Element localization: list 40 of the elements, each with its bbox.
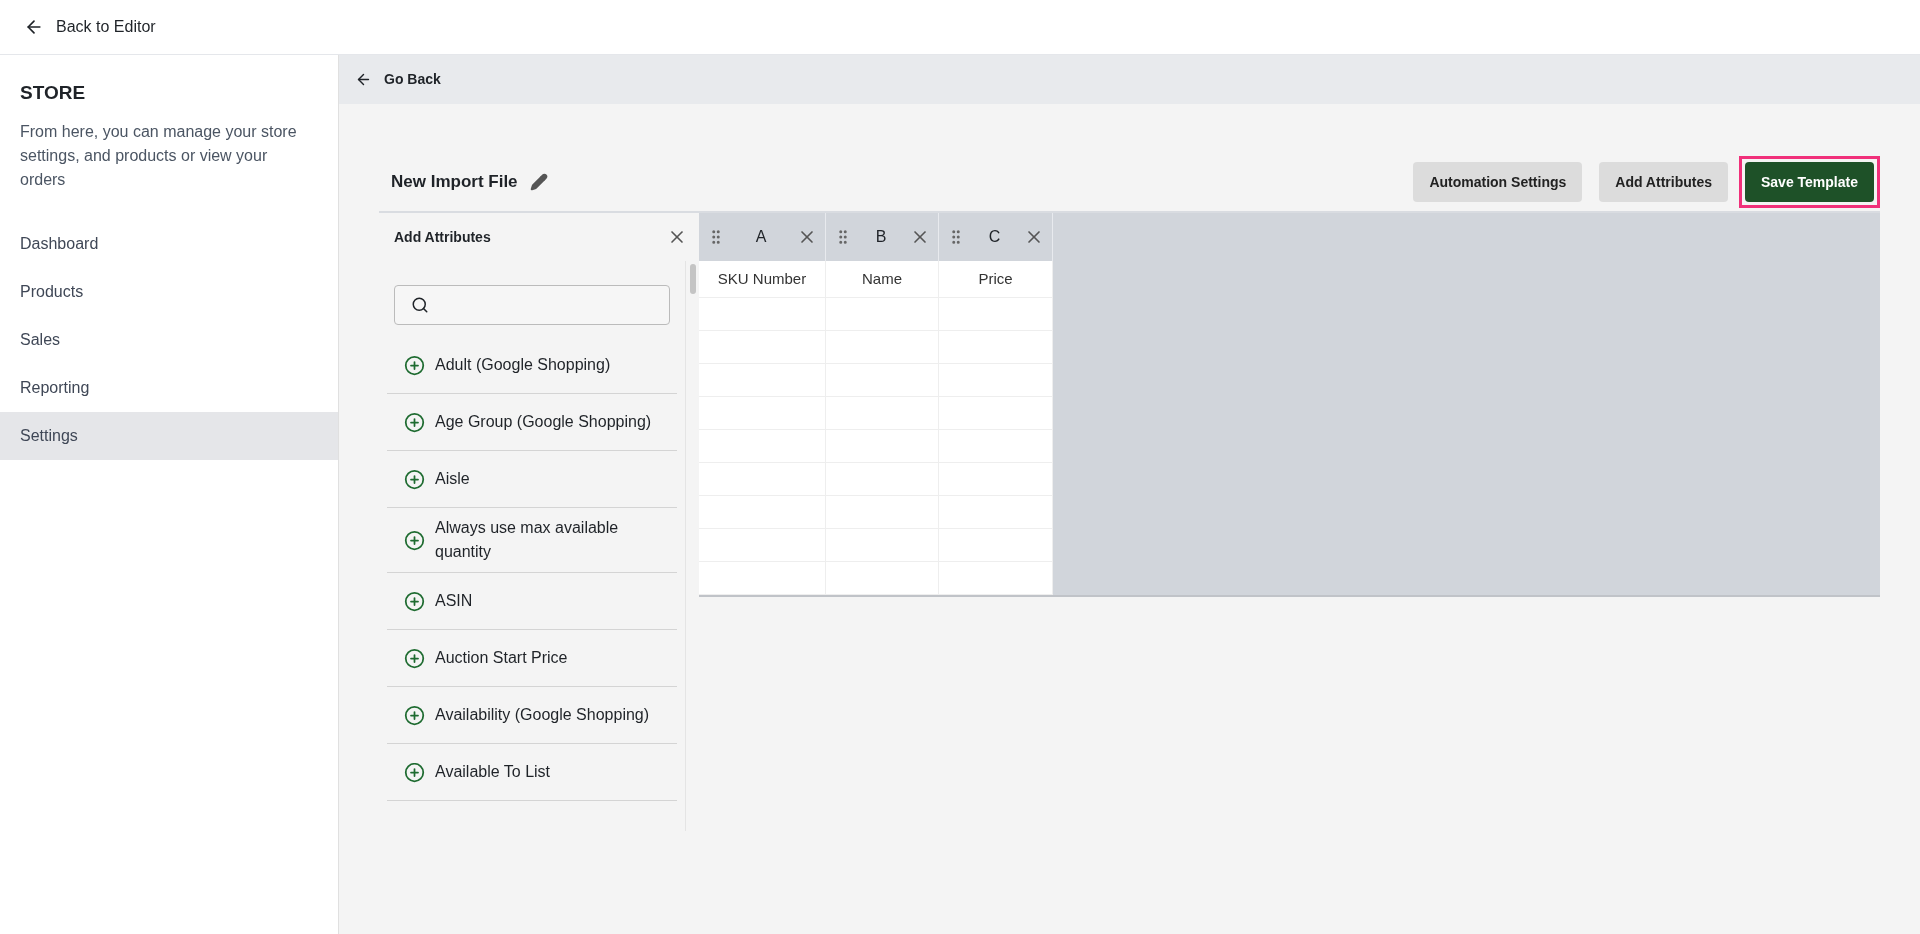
- panel-title: Add Attributes: [394, 227, 491, 247]
- attribute-item[interactable]: Available To List: [387, 744, 677, 801]
- search-field[interactable]: [394, 285, 670, 325]
- column-letter-header[interactable]: C: [939, 213, 1053, 261]
- add-icon: [404, 529, 425, 551]
- toolbar-button[interactable]: Save Template: [1745, 162, 1874, 202]
- attribute-item[interactable]: ASIN: [387, 573, 677, 630]
- column-letter-header[interactable]: B: [826, 213, 939, 261]
- scrollbar-thumb[interactable]: [689, 264, 696, 294]
- add-icon: [404, 354, 425, 376]
- toolbar-button[interactable]: Add Attributes: [1599, 162, 1728, 202]
- sidebar-item[interactable]: Reporting: [0, 363, 338, 412]
- attribute-item[interactable]: Always use max available quantity: [387, 508, 677, 573]
- column-heading: Price: [939, 261, 1053, 297]
- go-back-link[interactable]: Go Back: [355, 69, 441, 90]
- sidebar-title: STORE: [19, 81, 87, 105]
- file-title: New Import File: [391, 171, 518, 194]
- column-heading: Name: [826, 261, 939, 297]
- attribute-item[interactable]: Availability (Google Shopping): [387, 687, 677, 744]
- back-to-editor-link[interactable]: Back to Editor: [24, 15, 156, 39]
- toolbar-button[interactable]: Automation Settings: [1413, 162, 1583, 202]
- add-icon: [404, 647, 425, 669]
- sidebar-description: From here, you can manage your store settings, and products or view your orders: [19, 121, 298, 190]
- attribute-item[interactable]: Age Group (Google Shopping): [387, 394, 677, 451]
- attribute-item[interactable]: Auction Start Price: [387, 630, 677, 687]
- sidebar-item[interactable]: Dashboard: [0, 219, 338, 268]
- add-icon: [404, 761, 425, 783]
- search-icon: [411, 296, 429, 314]
- attribute-item[interactable]: Adult (Google Shopping): [387, 337, 677, 394]
- add-icon: [404, 590, 425, 612]
- sidebar-item[interactable]: Products: [0, 267, 338, 316]
- add-icon: [404, 468, 425, 490]
- sidebar-item[interactable]: Settings: [0, 411, 338, 460]
- edit-icon[interactable]: [529, 173, 548, 191]
- attribute-item[interactable]: Aisle: [387, 451, 677, 508]
- column-heading: SKU Number: [699, 261, 826, 297]
- column-letter-header[interactable]: A: [699, 213, 826, 261]
- add-icon: [404, 704, 425, 726]
- add-icon: [404, 411, 425, 433]
- sidebar-item[interactable]: Sales: [0, 315, 338, 364]
